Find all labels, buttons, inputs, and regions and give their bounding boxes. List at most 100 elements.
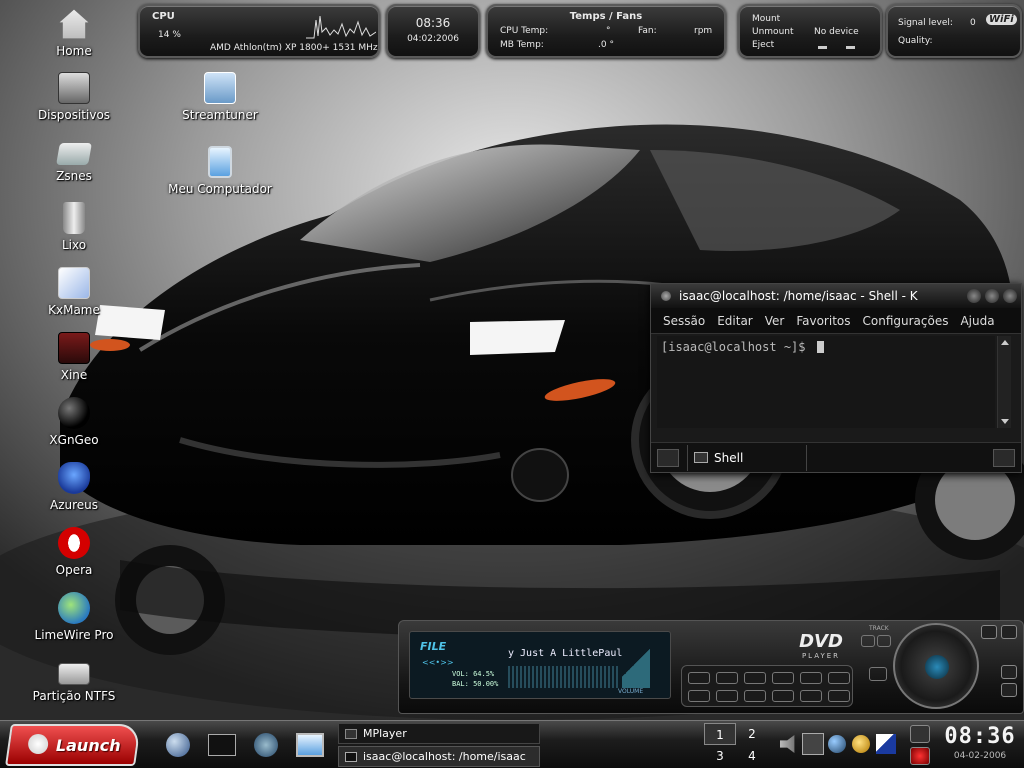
scroll-down-icon[interactable] bbox=[1001, 419, 1009, 424]
desktop-icon-azureus[interactable]: Azureus bbox=[14, 462, 134, 512]
control-button[interactable] bbox=[744, 672, 766, 684]
volume-icon[interactable] bbox=[780, 735, 795, 753]
display-icon[interactable] bbox=[800, 690, 822, 702]
menu-ajuda[interactable]: Ajuda bbox=[954, 308, 1000, 333]
time-display bbox=[508, 666, 618, 688]
close-icon[interactable] bbox=[1001, 625, 1017, 639]
eject-button[interactable]: Eject bbox=[752, 40, 774, 50]
menu-configuracoes[interactable]: Configurações bbox=[857, 308, 955, 333]
prev-track-icon[interactable] bbox=[861, 635, 875, 647]
control-button[interactable] bbox=[744, 690, 766, 702]
maximize-icon[interactable] bbox=[985, 289, 999, 303]
temps-widget: Temps / Fans CPU Temp: ° Fan: rpm MB Tem… bbox=[486, 4, 726, 58]
next-track-icon[interactable] bbox=[877, 635, 891, 647]
pager-desktop-4[interactable]: 4 bbox=[736, 745, 768, 767]
desktop-icon-limewire[interactable]: LimeWire Pro bbox=[14, 592, 134, 642]
xine-icon bbox=[58, 332, 90, 364]
seek-back-icon[interactable] bbox=[869, 667, 887, 681]
konsole-titlebar[interactable]: isaac@localhost: /home/isaac - Shell - K bbox=[651, 284, 1021, 308]
menu-editar[interactable]: Editar bbox=[711, 308, 759, 333]
desktop-icon-label: LimeWire Pro bbox=[34, 628, 114, 642]
kde-control-icon[interactable] bbox=[254, 733, 278, 757]
konsole-window[interactable]: isaac@localhost: /home/isaac - Shell - K… bbox=[650, 283, 1022, 473]
mplayer-window[interactable]: FILE <<•>> VOL: 64.5% BAL: 50.00% y Just… bbox=[398, 620, 1024, 714]
taskbar-clock-time: 08:36 bbox=[944, 724, 1016, 749]
browser-icon[interactable] bbox=[166, 733, 190, 757]
scroll-up-icon[interactable] bbox=[1001, 340, 1009, 345]
konsole-tabbar: Shell bbox=[651, 442, 1021, 472]
desktop-icon-label: Azureus bbox=[49, 498, 99, 512]
desktop-icon-xgngeo[interactable]: XGnGeo bbox=[14, 397, 134, 447]
taskbar-clock-date: 04-02-2006 bbox=[953, 751, 1007, 761]
klipper-icon[interactable] bbox=[876, 734, 896, 754]
terminal-scrollbar[interactable] bbox=[997, 336, 1011, 428]
network-tools-icon[interactable] bbox=[802, 733, 824, 755]
volume-meter bbox=[622, 638, 650, 688]
scroll-up-icon[interactable] bbox=[1001, 665, 1017, 679]
mount-button[interactable]: Mount bbox=[752, 14, 780, 24]
minimize-icon[interactable] bbox=[967, 289, 981, 303]
menu-ver[interactable]: Ver bbox=[759, 308, 791, 333]
window-menu-icon[interactable] bbox=[661, 291, 671, 301]
desktop-icon-label: Zsnes bbox=[56, 169, 92, 183]
desktop-icon-streamtuner[interactable]: Streamtuner bbox=[160, 72, 280, 122]
task-konsole[interactable]: isaac@localhost: /home/isaac bbox=[338, 746, 540, 767]
navigation-wheel[interactable] bbox=[893, 623, 979, 709]
my-computer-icon[interactable] bbox=[296, 733, 324, 757]
desktop-icon-meu-computador[interactable]: Meu Computador bbox=[160, 146, 280, 196]
control-button[interactable] bbox=[772, 690, 794, 702]
menu-sessao[interactable]: Sessão bbox=[657, 308, 711, 333]
control-button[interactable] bbox=[716, 690, 738, 702]
taskbar-clock[interactable]: 08:36 04-02-2006 bbox=[940, 723, 1020, 767]
desktop-icon-lixo[interactable]: Lixo bbox=[14, 202, 134, 252]
pager-desktop-3[interactable]: 3 bbox=[704, 745, 736, 767]
desktop-icon-opera[interactable]: Opera bbox=[14, 527, 134, 577]
eject-indicator-1 bbox=[818, 46, 827, 49]
control-button[interactable] bbox=[688, 690, 710, 702]
desktop-icon-xine[interactable]: Xine bbox=[14, 332, 134, 382]
desktop-icon-dispositivos[interactable]: Dispositivos bbox=[14, 72, 134, 122]
desktop-icon-label: Xine bbox=[60, 368, 88, 382]
globe-icon[interactable] bbox=[828, 735, 846, 753]
control-button[interactable] bbox=[688, 672, 710, 684]
logout-icon[interactable] bbox=[910, 747, 930, 765]
home-icon bbox=[59, 9, 89, 39]
minimize-icon[interactable] bbox=[981, 625, 997, 639]
konsole-title: isaac@localhost: /home/isaac - Shell - K bbox=[679, 289, 918, 303]
new-session-icon[interactable] bbox=[657, 449, 679, 467]
desktop-icon-label: Opera bbox=[55, 563, 93, 577]
control-button[interactable] bbox=[716, 672, 738, 684]
pager-desktop-2[interactable]: 2 bbox=[736, 723, 768, 745]
weather-icon[interactable] bbox=[852, 735, 870, 753]
menu-favoritos[interactable]: Favoritos bbox=[790, 308, 856, 333]
unmount-button[interactable]: Unmount bbox=[752, 27, 794, 37]
desktop-icon-kxmame[interactable]: KxMame bbox=[14, 267, 134, 317]
track-label: TRACK bbox=[869, 625, 889, 632]
terminal-icon[interactable] bbox=[208, 734, 236, 756]
settings-gear-icon[interactable] bbox=[828, 690, 850, 702]
desktop-icon-ntfs[interactable]: Partição NTFS bbox=[14, 657, 134, 703]
launch-label: Launch bbox=[55, 736, 121, 755]
speaker-icon[interactable] bbox=[800, 672, 822, 684]
close-icon[interactable] bbox=[1003, 289, 1017, 303]
play-button-icon[interactable] bbox=[925, 655, 949, 679]
tab-shell[interactable]: Shell bbox=[687, 445, 807, 471]
task-mplayer[interactable]: MPlayer bbox=[338, 723, 540, 744]
desktop-icon-label: Lixo bbox=[61, 238, 87, 252]
volume-readout: VOL: 64.5% bbox=[452, 670, 495, 678]
desktop-icon-home[interactable]: Home bbox=[14, 8, 134, 58]
playlist-icon[interactable] bbox=[772, 672, 794, 684]
desktop-icon-zsnes[interactable]: Zsnes bbox=[14, 137, 134, 183]
help-icon[interactable] bbox=[1001, 683, 1017, 697]
system-tray bbox=[776, 729, 900, 761]
taskbar: Launch MPlayer isaac@localhost: /home/is… bbox=[0, 720, 1024, 768]
lock-screen-icon[interactable] bbox=[910, 725, 930, 743]
terminal-area[interactable]: [isaac@localhost ~]$ bbox=[657, 336, 995, 428]
cpu-percent: 14 % bbox=[158, 30, 181, 40]
trash-icon bbox=[63, 202, 85, 234]
pager-desktop-1[interactable]: 1 bbox=[704, 723, 736, 745]
close-session-icon[interactable] bbox=[993, 449, 1015, 467]
limewire-icon bbox=[58, 592, 90, 624]
launch-button[interactable]: Launch bbox=[5, 724, 141, 766]
folder-icon[interactable] bbox=[828, 672, 850, 684]
